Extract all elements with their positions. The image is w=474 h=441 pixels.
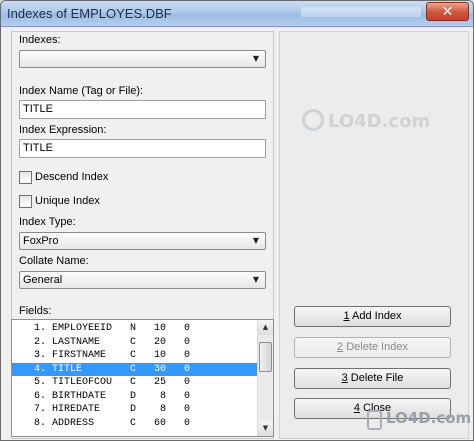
- descend-index-checkbox[interactable]: [19, 170, 32, 184]
- delete-file-button[interactable]: 3 Delete File: [294, 368, 451, 389]
- indexes-window: Indexes of EMPLOYES.DBF ✕ LO4D.com Index…: [0, 0, 474, 441]
- field-list-item[interactable]: 7. HIREDATE D 8 0: [12, 403, 258, 416]
- delete-file-label: Delete File: [347, 372, 404, 384]
- field-list-item[interactable]: 8. ADDRESS C 60 0: [12, 417, 258, 430]
- title-bar[interactable]: Indexes of EMPLOYES.DBF ✕: [1, 1, 473, 27]
- field-list-item[interactable]: 1. EMPLOYEEID N 10 0: [12, 322, 258, 335]
- index-type-dropdown[interactable]: FoxPro ▼: [19, 232, 266, 250]
- collate-name-label: Collate Name:: [19, 255, 89, 267]
- descend-index-label: Descend Index: [35, 171, 109, 183]
- chevron-down-icon: ▼: [252, 236, 260, 245]
- unique-index-checkbox[interactable]: [19, 194, 32, 208]
- chevron-down-icon: ▼: [252, 275, 260, 284]
- index-type-value: FoxPro: [23, 235, 59, 247]
- index-type-label: Index Type:: [19, 216, 76, 228]
- delete-index-button[interactable]: 2 Delete Index: [294, 337, 451, 358]
- index-expression-input[interactable]: TITLE: [19, 139, 266, 158]
- fields-listbox[interactable]: 1. EMPLOYEEID N 10 0 2. LASTNAME C 20 0 …: [11, 319, 274, 437]
- field-list-item[interactable]: 4. TITLE C 30 0: [12, 362, 258, 376]
- delete-index-label: Delete Index: [343, 341, 408, 353]
- scroll-up-icon[interactable]: ▲: [258, 320, 273, 335]
- field-list-item[interactable]: 3. FIRSTNAME C 10 0: [12, 349, 258, 362]
- scroll-down-icon[interactable]: ▼: [258, 421, 273, 436]
- window-title: Indexes of EMPLOYES.DBF: [7, 6, 172, 21]
- watermark-download-icon: [367, 410, 382, 430]
- field-list-item[interactable]: 2. LASTNAME C 20 0: [12, 336, 258, 349]
- index-name-input[interactable]: TITLE: [19, 100, 266, 119]
- scrollbar-thumb[interactable]: [259, 342, 272, 372]
- watermark-bottom-text: LO4D.com: [386, 409, 472, 427]
- descend-index-option[interactable]: Descend Index: [19, 170, 108, 184]
- indexes-label: Indexes:: [19, 34, 61, 46]
- close-icon: ✕: [441, 3, 454, 20]
- chevron-down-icon: ▼: [252, 54, 260, 63]
- watermark-text: LO4D.com: [328, 111, 431, 132]
- index-expression-label: Index Expression:: [19, 124, 107, 136]
- collate-name-dropdown[interactable]: General ▼: [19, 271, 266, 289]
- unique-index-option[interactable]: Unique Index: [19, 194, 100, 208]
- unique-index-label: Unique Index: [35, 195, 100, 207]
- watermark-logo-icon: [302, 109, 324, 131]
- add-index-button[interactable]: 1 Add Index: [294, 306, 451, 327]
- fields-label: Fields:: [19, 305, 52, 317]
- close-window-button[interactable]: ✕: [426, 2, 469, 21]
- indexes-dropdown[interactable]: ▼: [19, 50, 266, 68]
- blurred-background-title: [301, 7, 421, 17]
- fields-scrollbar[interactable]: ▲ ▼: [257, 320, 273, 436]
- field-list-item[interactable]: 5. TITLEOFCOU C 25 0: [12, 376, 258, 389]
- index-name-label: Index Name (Tag or File):: [19, 85, 144, 97]
- add-index-label: Add Index: [349, 310, 402, 322]
- collate-name-value: General: [23, 274, 63, 286]
- field-list-item[interactable]: 6. BIRTHDATE D 8 0: [12, 390, 258, 403]
